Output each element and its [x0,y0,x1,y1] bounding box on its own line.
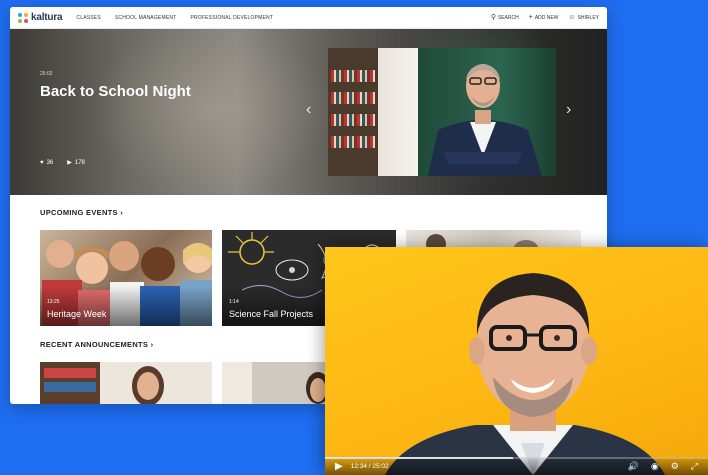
likes-stat[interactable]: ♥ 36 [40,159,53,166]
views-count: 178 [74,159,85,166]
upcoming-events-heading[interactable]: UPCOMING EVENTS › [40,208,123,217]
user-icon: ☺ [568,14,576,21]
plus-icon: + [528,14,533,21]
nav-item-school-management[interactable]: SCHOOL MANAGEMENT [115,15,177,21]
nav-item-professional-development[interactable]: PROFESSIONAL DEVELOPMENT [190,15,273,21]
recent-announcements-heading[interactable]: RECENT ANNOUNCEMENTS › [40,340,153,349]
card-duration: 1:14 [229,299,239,305]
heart-icon: ♥ [40,159,44,166]
hero-thumbnail[interactable] [328,48,556,176]
views-stat: ▶ 178 [67,159,85,167]
logo-text: kaltura [31,12,63,23]
hero-banner[interactable]: 25:02 Back to School Night ♥ 36 ▶ 178 ‹ [10,29,607,195]
recent-announcements-title: RECENT ANNOUNCEMENTS [40,340,149,349]
announcement-card-1[interactable] [40,362,212,404]
search-button[interactable]: ⚲ SEARCH [491,14,519,21]
play-button[interactable]: ▶ [335,461,343,472]
chevron-right-icon: › [120,208,124,217]
player-controls: ▶ 12:34 / 25:02 🔊 ◉ ⚙ ⤢ [325,457,708,475]
card-title: Science Fall Projects [229,309,314,319]
presenter-image [428,64,542,176]
carousel-next-arrow[interactable]: › [566,101,571,119]
add-new-button[interactable]: + ADD NEW [529,14,559,21]
chevron-right-icon: › [150,340,154,349]
settings-gear-icon[interactable]: ⚙ [671,461,679,472]
hero-stats: ♥ 36 ▶ 178 [40,159,85,167]
event-card-heritage-week[interactable]: 13:25 Heritage Week [40,230,212,326]
hero-title: Back to School Night [40,83,191,100]
play-icon: ▶ [67,160,72,166]
video-player[interactable]: ▶ 12:34 / 25:02 🔊 ◉ ⚙ ⤢ [325,247,708,475]
video-time: 12:34 / 25:02 [350,462,389,470]
search-icon: ⚲ [490,14,496,21]
likes-count: 36 [46,159,54,166]
user-name: SHIRLEY [577,14,599,21]
kaltura-logo[interactable]: kaltura [18,12,63,23]
carousel-prev-arrow[interactable]: ‹ [306,101,311,119]
user-menu[interactable]: ☺ SHIRLEY [568,14,599,21]
volume-icon[interactable]: 🔊 [628,461,639,472]
nav-item-classes[interactable]: CLASSES [76,15,100,21]
kaltura-logo-icon [18,12,28,23]
upcoming-events-title: UPCOMING EVENTS [40,208,118,217]
card-title: Heritage Week [47,309,107,319]
search-label: SEARCH [497,14,519,21]
card-duration: 13:25 [47,299,60,305]
add-new-label: ADD NEW [534,14,559,21]
top-navigation: kaltura CLASSES SCHOOL MANAGEMENT PROFES… [10,7,607,29]
speaker-video-frame [385,273,665,475]
card-gradient-overlay [40,286,212,326]
announcement-thumbnail-image [40,362,212,404]
fullscreen-icon[interactable]: ⤢ [691,461,698,472]
hero-duration: 25:02 [40,71,53,77]
captions-globe-icon[interactable]: ◉ [651,461,659,472]
